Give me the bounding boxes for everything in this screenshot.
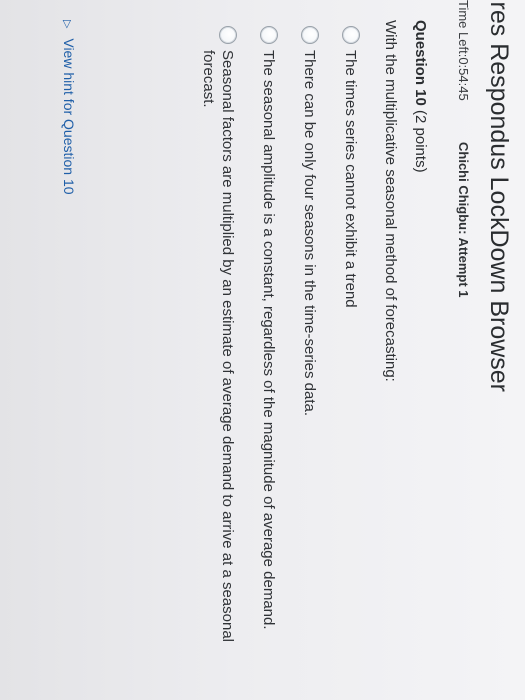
answer-option-2[interactable]: There can be only four seasons in the ti… — [300, 20, 319, 685]
question-panel: Question 10 (2 points) With the multipli… — [199, 20, 429, 685]
answer-option-3[interactable]: The seasonal amplitude is a constant, re… — [259, 20, 278, 670]
question-header: Question 10 (2 points) — [412, 20, 429, 685]
view-hint-label[interactable]: View hint for Question 10 — [61, 38, 77, 194]
lockdown-browser-window: ires Respondus LockDown Browser Time Lef… — [0, 0, 525, 700]
question-points: (2 points) — [412, 110, 429, 173]
answer-option-1[interactable]: The times series cannot exhibit a trend — [341, 20, 360, 685]
time-left: Time Left:0:54:45 — [456, 0, 471, 101]
app-title: ires Respondus LockDown Browser — [485, 0, 513, 393]
question-number: Question 10 — [412, 20, 429, 106]
radio-icon[interactable] — [342, 26, 360, 44]
answer-option-label: Seasonal factors are multiplied by an es… — [200, 50, 236, 643]
view-hint-link[interactable]: ▷ View hint for Question 10 — [61, 20, 77, 195]
radio-icon[interactable] — [260, 26, 278, 44]
radio-icon[interactable] — [219, 26, 237, 44]
answer-option-label: The times series cannot exhibit a trend — [342, 50, 359, 308]
triangle-right-icon: ▷ — [61, 20, 73, 29]
question-prompt: With the multiplicative seasonal method … — [382, 20, 399, 382]
answer-option-4[interactable]: Seasonal factors are multiplied by an es… — [199, 20, 237, 670]
radio-icon[interactable] — [301, 26, 319, 44]
user-attempt: Chichi Chigbu: Attempt 1 — [456, 142, 471, 298]
answer-option-label: There can be only four seasons in the ti… — [301, 50, 318, 417]
answer-option-label: The seasonal amplitude is a constant, re… — [260, 50, 277, 630]
